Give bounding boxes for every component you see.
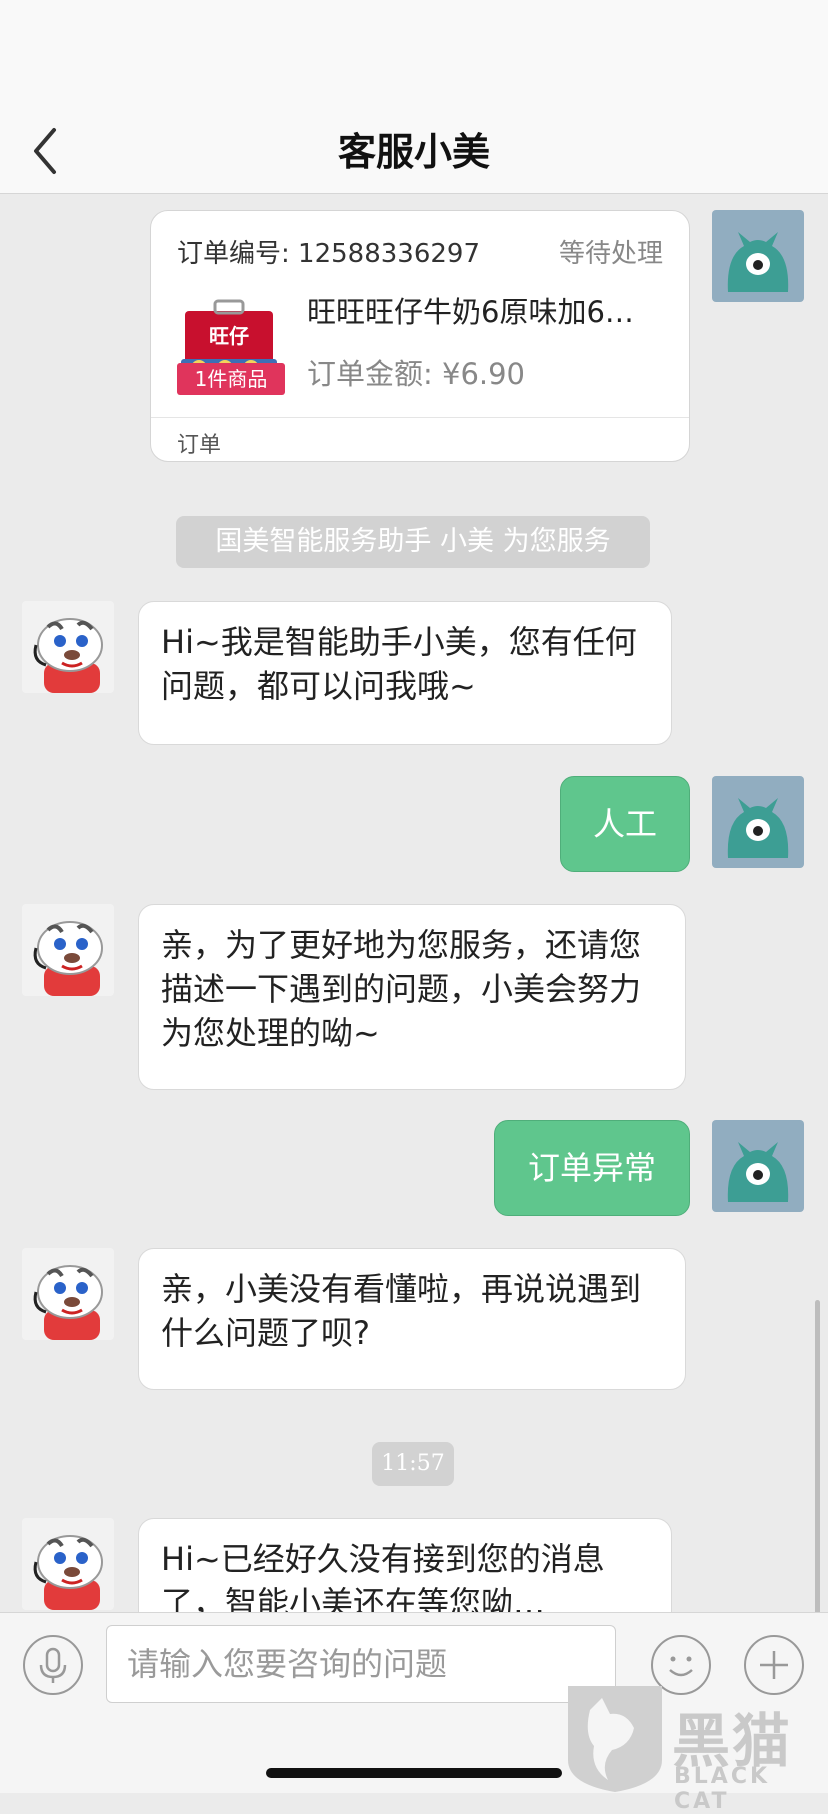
assistant-avatar[interactable] — [22, 1248, 114, 1340]
product-name: 旺旺旺仔牛奶6原味加6… — [307, 295, 634, 329]
user-avatar[interactable] — [712, 210, 804, 302]
cat-logo-icon — [568, 1686, 662, 1792]
status-bar — [0, 0, 828, 110]
tiger-mascot-icon — [33, 1265, 103, 1340]
timestamp: 11:57 — [372, 1442, 454, 1486]
tiger-mascot-icon — [33, 618, 103, 693]
watermark: 黑猫 BLACK CAT — [560, 1680, 828, 1814]
assistant-avatar[interactable] — [22, 601, 114, 693]
assistant-avatar[interactable] — [22, 1518, 114, 1610]
user-avatar[interactable] — [712, 1120, 804, 1212]
user-message: 人工 — [560, 776, 690, 872]
order-number: 订单编号: 12588336297 — [177, 239, 480, 269]
system-notice: 国美智能服务助手 小美 为您服务 — [176, 516, 650, 568]
tiger-mascot-icon — [33, 921, 103, 996]
order-footer-label: 订单 — [177, 433, 222, 458]
monster-avatar-icon — [727, 798, 789, 858]
user-message: 订单异常 — [494, 1120, 690, 1216]
assistant-avatar[interactable] — [22, 904, 114, 996]
item-count-badge: 1件商品 — [177, 363, 285, 395]
scrollbar[interactable] — [815, 1300, 820, 1612]
monster-avatar-icon — [727, 232, 789, 292]
home-indicator — [266, 1768, 562, 1778]
user-avatar[interactable] — [712, 776, 804, 868]
message-input[interactable] — [106, 1625, 616, 1703]
order-amount: 订单金额: ¥6.90 — [307, 357, 526, 391]
product-thumb-brand: 旺仔 — [209, 324, 249, 348]
assistant-message: Hi~我是智能助手小美，您有任何问题，都可以问我哦~ — [138, 601, 672, 745]
order-status: 等待处理 — [558, 239, 663, 269]
divider — [151, 417, 689, 418]
watermark-subtext: BLACK CAT — [674, 1764, 771, 1814]
assistant-message: 亲，为了更好地为您服务，还请您描述一下遇到的问题，小美会努力为您处理的呦~ — [138, 904, 686, 1090]
monster-avatar-icon — [727, 1142, 789, 1202]
assistant-message: Hi~已经好久没有接到您的消息了，智能小美还在等您呦… — [138, 1518, 672, 1612]
order-card[interactable]: 订单编号: 12588336297 等待处理 旺仔 1件商品 旺旺旺仔牛奶6原味… — [150, 210, 690, 462]
microphone-icon — [39, 1647, 67, 1683]
chat-area[interactable]: 订单编号: 12588336297 等待处理 旺仔 1件商品 旺旺旺仔牛奶6原味… — [0, 194, 828, 1612]
assistant-message: 亲，小美没有看懂啦，再说说遇到什么问题了呗? — [138, 1248, 686, 1390]
page-title: 客服小美 — [337, 130, 490, 174]
nav-bar: 客服小美 — [0, 110, 828, 194]
tiger-mascot-icon — [33, 1535, 103, 1610]
voice-button[interactable] — [23, 1635, 83, 1695]
